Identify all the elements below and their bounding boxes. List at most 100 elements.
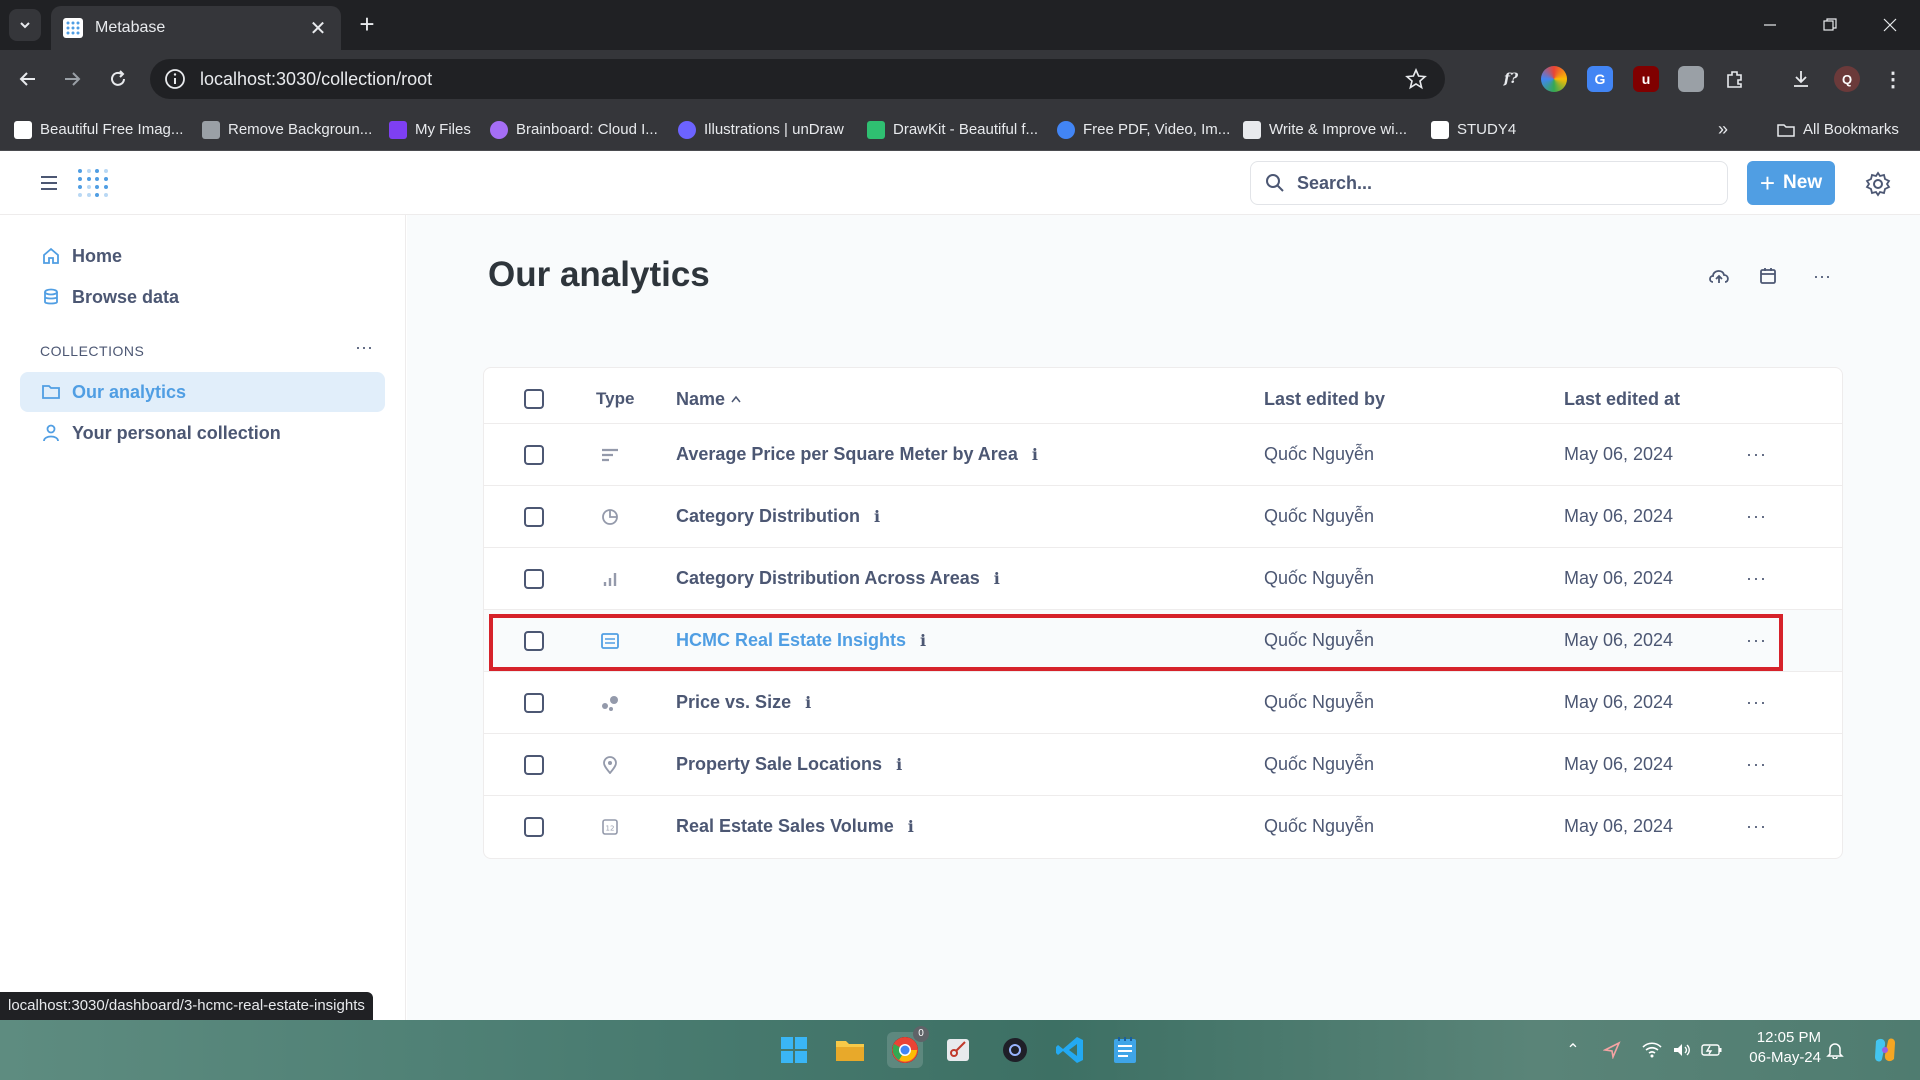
- item-name[interactable]: Category Distribution i: [676, 506, 880, 527]
- row-more-icon[interactable]: ···: [1746, 630, 1767, 651]
- bookmark-item[interactable]: Illustrations | unDraw: [678, 108, 844, 151]
- file-explorer-icon[interactable]: [832, 1032, 868, 1068]
- row-more-icon[interactable]: ···: [1746, 692, 1767, 713]
- volume-icon[interactable]: [1670, 1038, 1694, 1062]
- bookmark-item[interactable]: Beautiful Free Imag...: [14, 108, 183, 151]
- tab-search-button[interactable]: [9, 9, 41, 41]
- address-bar[interactable]: localhost:3030/collection/root: [150, 59, 1445, 99]
- row-checkbox[interactable]: [524, 568, 544, 589]
- info-icon[interactable]: i: [896, 755, 902, 774]
- collection-more-icon[interactable]: ···: [1809, 263, 1835, 289]
- search-input[interactable]: Search...: [1250, 161, 1728, 205]
- sidebar-item-our-analytics[interactable]: Our analytics: [20, 372, 385, 412]
- column-type[interactable]: Type: [596, 389, 634, 409]
- obs-icon[interactable]: [997, 1032, 1033, 1068]
- close-window-button[interactable]: [1860, 0, 1920, 50]
- events-button[interactable]: [1755, 263, 1781, 289]
- table-row[interactable]: Property Sale Locations i Quốc Nguyễn May…: [484, 733, 1842, 795]
- item-name[interactable]: HCMC Real Estate Insights i: [676, 630, 926, 651]
- table-row[interactable]: Category Distribution i Quốc Nguyễn May 0…: [484, 485, 1842, 547]
- info-icon[interactable]: i: [920, 631, 926, 650]
- minimize-button[interactable]: [1740, 0, 1800, 50]
- star-icon[interactable]: [1405, 68, 1427, 90]
- upload-button[interactable]: [1706, 263, 1732, 289]
- reload-button[interactable]: [103, 64, 133, 94]
- row-more-icon[interactable]: ···: [1746, 754, 1767, 775]
- site-info-icon[interactable]: [164, 68, 186, 90]
- row-checkbox[interactable]: [524, 692, 544, 713]
- ublock-extension-icon[interactable]: u: [1633, 66, 1659, 92]
- metabase-logo[interactable]: [76, 167, 110, 199]
- snipping-tool-icon[interactable]: [940, 1032, 976, 1068]
- info-icon[interactable]: i: [908, 817, 914, 836]
- column-last-edited-at[interactable]: Last edited at: [1564, 389, 1680, 410]
- table-row[interactable]: Category Distribution Across Areas i Quốc…: [484, 547, 1842, 609]
- row-checkbox[interactable]: [524, 630, 544, 651]
- battery-icon[interactable]: [1700, 1038, 1724, 1062]
- bookmark-item[interactable]: Remove Backgroun...: [202, 108, 372, 151]
- gear-icon[interactable]: [1865, 171, 1891, 197]
- forward-button[interactable]: [57, 64, 87, 94]
- taskbar-clock[interactable]: 12:05 PM 06-May-24: [1735, 1028, 1821, 1068]
- row-more-icon[interactable]: ···: [1746, 568, 1767, 589]
- table-row[interactable]: HCMC Real Estate Insights i Quốc Nguyễn M…: [484, 609, 1842, 671]
- new-button[interactable]: + New: [1747, 161, 1835, 205]
- table-row[interactable]: Price vs. Size i Quốc Nguyễn May 06, 2024…: [484, 671, 1842, 733]
- row-checkbox[interactable]: [524, 816, 544, 837]
- wifi-icon[interactable]: [1640, 1038, 1664, 1062]
- sidebar-toggle-button[interactable]: [36, 171, 62, 195]
- sidebar-item-personal-collection[interactable]: Your personal collection: [20, 413, 385, 453]
- item-name[interactable]: Average Price per Square Meter by Area i: [676, 444, 1038, 465]
- chrome-menu-icon[interactable]: ⋮: [1880, 66, 1906, 92]
- color-extension-icon[interactable]: [1541, 66, 1567, 92]
- tray-overflow-icon[interactable]: ⌃: [1561, 1038, 1585, 1062]
- notifications-bell-icon[interactable]: [1823, 1038, 1847, 1062]
- info-icon[interactable]: i: [1032, 445, 1038, 464]
- row-checkbox[interactable]: [524, 506, 544, 527]
- row-more-icon[interactable]: ···: [1746, 816, 1767, 837]
- collections-more-icon[interactable]: ···: [355, 337, 373, 358]
- download-icon[interactable]: [1788, 66, 1814, 92]
- more-bookmarks-icon[interactable]: »: [1718, 108, 1728, 151]
- item-name[interactable]: Real Estate Sales Volume i: [676, 816, 914, 837]
- chrome-taskbar-icon[interactable]: 0: [887, 1026, 929, 1068]
- notepad-icon[interactable]: [1107, 1032, 1143, 1068]
- profile-avatar[interactable]: Q: [1834, 66, 1860, 92]
- translate-extension-icon[interactable]: G: [1587, 66, 1613, 92]
- copilot-icon[interactable]: [1868, 1033, 1902, 1067]
- info-icon[interactable]: i: [994, 569, 1000, 588]
- new-tab-button[interactable]: +: [352, 10, 382, 40]
- row-checkbox[interactable]: [524, 444, 544, 465]
- location-icon[interactable]: [1600, 1038, 1624, 1062]
- bookmark-item[interactable]: Write & Improve wi...: [1243, 108, 1407, 151]
- row-more-icon[interactable]: ···: [1746, 444, 1767, 465]
- vscode-icon[interactable]: [1052, 1032, 1088, 1068]
- bookmark-item[interactable]: Brainboard: Cloud I...: [490, 108, 658, 151]
- back-button[interactable]: [13, 64, 43, 94]
- row-checkbox[interactable]: [524, 754, 544, 775]
- column-last-edited-by[interactable]: Last edited by: [1264, 389, 1385, 410]
- bookmark-item[interactable]: DrawKit - Beautiful f...: [867, 108, 1038, 151]
- start-button[interactable]: [776, 1032, 812, 1068]
- sidebar-item-home[interactable]: Home: [20, 236, 385, 276]
- item-name[interactable]: Price vs. Size i: [676, 692, 811, 713]
- tab-close-icon[interactable]: ✕: [307, 16, 329, 41]
- bookmark-item[interactable]: Free PDF, Video, Im...: [1057, 108, 1230, 151]
- table-row[interactable]: Average Price per Square Meter by Area i …: [484, 423, 1842, 485]
- info-icon[interactable]: i: [805, 693, 811, 712]
- formula-extension-icon[interactable]: f?: [1498, 66, 1524, 92]
- row-more-icon[interactable]: ···: [1746, 506, 1767, 527]
- gray-extension-icon[interactable]: [1678, 66, 1704, 92]
- info-icon[interactable]: i: [874, 507, 880, 526]
- all-bookmarks-button[interactable]: All Bookmarks: [1777, 108, 1899, 151]
- extensions-puzzle-icon[interactable]: [1722, 66, 1748, 92]
- item-name[interactable]: Category Distribution Across Areas i: [676, 568, 1000, 589]
- column-name[interactable]: Name: [676, 389, 742, 410]
- sidebar-item-browse-data[interactable]: Browse data: [20, 277, 385, 317]
- item-name[interactable]: Property Sale Locations i: [676, 754, 902, 775]
- table-row[interactable]: 12 Real Estate Sales Volume i Quốc Nguyễn…: [484, 795, 1842, 857]
- restore-button[interactable]: [1800, 0, 1860, 50]
- tab-metabase[interactable]: Metabase ✕: [51, 6, 341, 50]
- bookmark-item[interactable]: STUDY4: [1431, 108, 1516, 151]
- select-all-checkbox[interactable]: [524, 389, 544, 409]
